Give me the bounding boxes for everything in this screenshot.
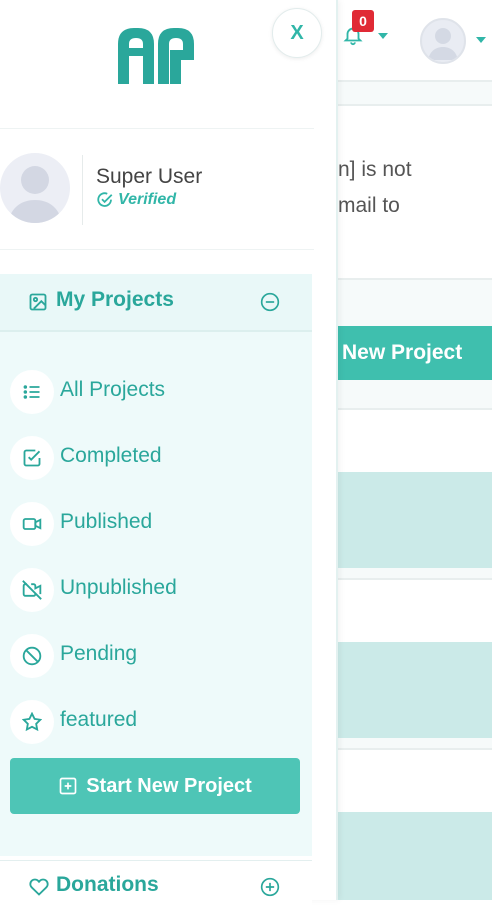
side-drawer: X Super User Verified My Projects All Pr… bbox=[0, 0, 338, 911]
table-row bbox=[326, 408, 492, 474]
section-title: Donations bbox=[56, 873, 159, 896]
user-profile: Super User Verified bbox=[0, 128, 314, 250]
ban-icon bbox=[10, 634, 54, 678]
plus-circle-icon[interactable] bbox=[260, 877, 280, 897]
avatar[interactable] bbox=[0, 153, 70, 223]
my-projects-section: My Projects All Projects Completed Publi… bbox=[0, 274, 312, 856]
close-button[interactable]: X bbox=[272, 8, 322, 58]
chevron-down-icon[interactable] bbox=[476, 37, 486, 43]
list-icon bbox=[10, 370, 54, 414]
nav-item-completed[interactable]: Completed bbox=[0, 430, 312, 486]
heart-icon bbox=[29, 878, 49, 896]
verified-badge: Verified bbox=[96, 191, 176, 209]
nav-item-featured[interactable]: featured bbox=[0, 694, 312, 750]
divider bbox=[82, 155, 83, 225]
nav-item-all-projects[interactable]: All Projects bbox=[0, 364, 312, 420]
start-new-project-button[interactable]: Start New Project bbox=[10, 758, 300, 814]
nav-item-label: featured bbox=[60, 708, 138, 731]
nav-item-published[interactable]: Published bbox=[0, 496, 312, 552]
chevron-down-icon[interactable] bbox=[378, 33, 388, 39]
table-row bbox=[326, 812, 492, 900]
table-row bbox=[326, 642, 492, 738]
nav-item-label: Completed bbox=[60, 444, 162, 467]
start-new-project-label: Start New Project bbox=[86, 774, 252, 797]
minus-circle-icon[interactable] bbox=[260, 292, 280, 312]
alert-text: n] is not bbox=[338, 158, 412, 181]
nav-item-pending[interactable]: Pending bbox=[0, 628, 312, 684]
donations-header[interactable]: Donations bbox=[0, 860, 312, 911]
nav-item-label: Pending bbox=[60, 642, 138, 665]
table-row bbox=[326, 748, 492, 814]
nav-item-label: Published bbox=[60, 510, 153, 533]
alert-text[interactable]: mail to bbox=[338, 194, 400, 218]
verified-label: Verified bbox=[118, 191, 177, 208]
brand-logo bbox=[118, 28, 194, 84]
section-title: My Projects bbox=[56, 288, 174, 311]
table-row bbox=[326, 472, 492, 568]
check-circle-icon bbox=[97, 192, 113, 207]
star-icon bbox=[10, 700, 54, 744]
checkbox-icon bbox=[10, 436, 54, 480]
profile-name: Super User bbox=[96, 165, 203, 188]
nav-item-label: Unpublished bbox=[60, 576, 177, 599]
my-projects-header[interactable]: My Projects bbox=[0, 274, 312, 332]
nav-item-label: All Projects bbox=[60, 378, 166, 401]
user-avatar[interactable] bbox=[420, 18, 466, 64]
notification-badge: 0 bbox=[352, 10, 374, 32]
table-row bbox=[326, 578, 492, 644]
plus-square-icon bbox=[59, 777, 77, 795]
alert-message: n] is not mail to bbox=[326, 104, 492, 280]
image-icon bbox=[29, 293, 47, 311]
new-project-button[interactable]: New Project bbox=[326, 326, 492, 380]
video-off-icon bbox=[10, 568, 54, 612]
nav-item-unpublished[interactable]: Unpublished bbox=[0, 562, 312, 618]
video-icon bbox=[10, 502, 54, 546]
